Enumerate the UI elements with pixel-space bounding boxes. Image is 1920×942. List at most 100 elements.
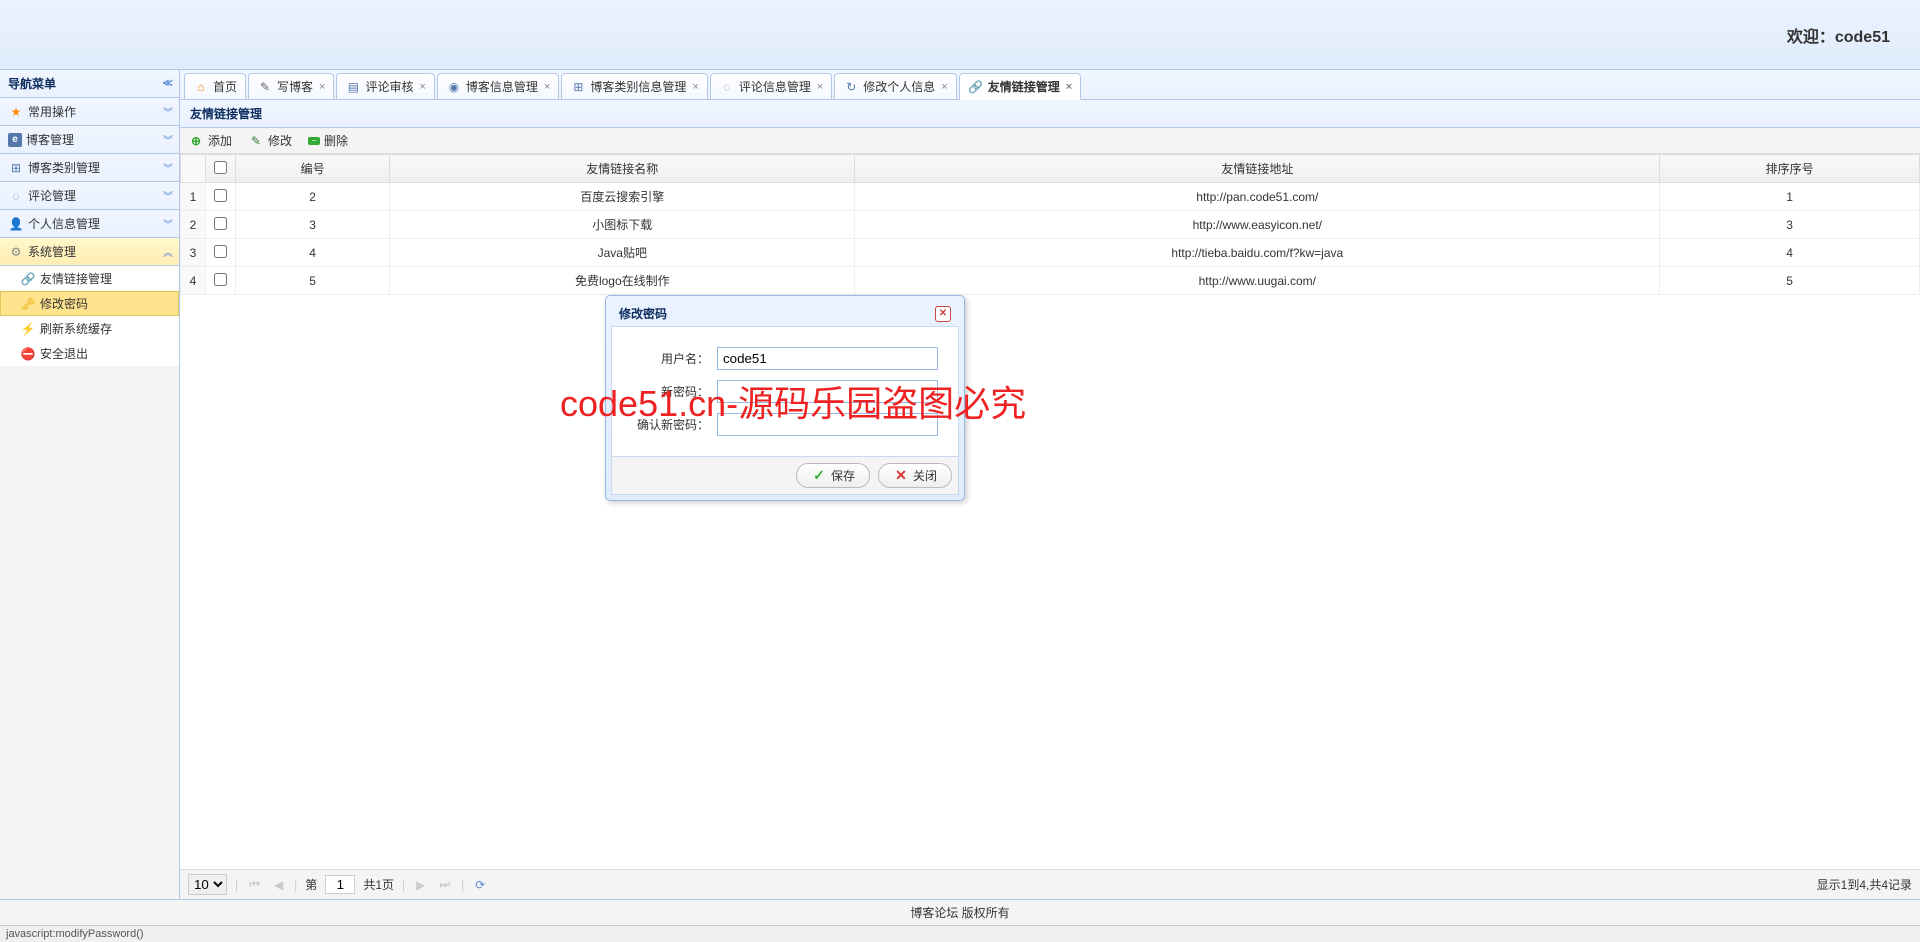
row-checkbox[interactable] xyxy=(214,217,227,230)
tab-close-icon[interactable]: × xyxy=(817,81,823,93)
tab-3[interactable]: ◉博客信息管理× xyxy=(437,73,559,99)
cell-url: http://www.uugai.com/ xyxy=(855,267,1660,295)
confirm-label: 确认新密码： xyxy=(632,416,717,433)
chevron-icon: ︾ xyxy=(163,160,171,175)
tab-close-icon[interactable]: × xyxy=(319,81,325,93)
x-icon: ✕ xyxy=(893,468,909,484)
header: 欢迎：code51 xyxy=(0,0,1920,70)
db-icon: ◉ xyxy=(446,79,462,95)
accordion-label: 评论管理 xyxy=(28,187,76,204)
cell-id: 5 xyxy=(236,267,390,295)
status-bar: javascript:modifyPassword() xyxy=(0,925,1920,942)
table-row[interactable]: 34Java贴吧http://tieba.baidu.com/f?kw=java… xyxy=(181,239,1920,267)
col-header-2[interactable]: 友情链接地址 xyxy=(855,155,1660,183)
dialog-title-bar[interactable]: 修改密码 ✕ xyxy=(611,301,959,326)
col-header-1[interactable]: 友情链接名称 xyxy=(390,155,855,183)
cell-url: http://pan.code51.com/ xyxy=(855,183,1660,211)
col-header-0[interactable]: 编号 xyxy=(236,155,390,183)
gear-icon: ⚙ xyxy=(8,244,24,260)
row-checkbox[interactable] xyxy=(214,189,227,202)
accordion-label: 博客类别管理 xyxy=(28,159,100,176)
panel-title: 友情链接管理 xyxy=(180,100,1920,128)
pager: 10 | ⏮ ◀ | 第 共1页 | ▶ ⏭ | ⟳ 显示1到4,共4记录 xyxy=(180,869,1920,899)
refresh-icon: ↻ xyxy=(843,79,859,95)
accordion-item-1[interactable]: e博客管理︾ xyxy=(0,126,179,154)
tab-close-icon[interactable]: × xyxy=(692,81,698,93)
tab-close-icon[interactable]: × xyxy=(544,81,550,93)
tree-item-2[interactable]: ⚡刷新系统缓存 xyxy=(0,316,179,341)
pencil-icon: ✎ xyxy=(248,133,264,149)
next-page-button[interactable]: ▶ xyxy=(413,878,428,892)
edit-button[interactable]: ✎修改 xyxy=(248,132,292,149)
accordion-item-4[interactable]: 👤个人信息管理︾ xyxy=(0,210,179,238)
tab-0[interactable]: ⌂首页 xyxy=(184,73,246,99)
delete-button[interactable]: −删除 xyxy=(308,132,348,149)
add-button[interactable]: ⊕添加 xyxy=(188,132,232,149)
tab-close-icon[interactable]: × xyxy=(419,81,425,93)
tab-7[interactable]: 🔗友情链接管理× xyxy=(959,73,1081,100)
prev-page-button[interactable]: ◀ xyxy=(271,878,286,892)
tree-label: 友情链接管理 xyxy=(40,270,112,287)
cell-sort: 3 xyxy=(1660,211,1920,239)
tab-1[interactable]: ✎写博客× xyxy=(248,73,334,99)
tab-label: 评论信息管理 xyxy=(739,78,811,95)
pager-info: 显示1到4,共4记录 xyxy=(1817,876,1912,893)
row-checkbox[interactable] xyxy=(214,273,227,286)
cell-sort: 1 xyxy=(1660,183,1920,211)
accordion-item-0[interactable]: ★常用操作︾ xyxy=(0,98,179,126)
tab-4[interactable]: ⊞博客类别信息管理× xyxy=(561,73,707,99)
page-input[interactable] xyxy=(325,875,355,894)
content-area: ⌂首页✎写博客×▤评论审核×◉博客信息管理×⊞博客类别信息管理×◌评论信息管理×… xyxy=(180,70,1920,899)
tree-icon: ⊞ xyxy=(570,79,586,95)
accordion-item-5[interactable]: ⚙系统管理︽ xyxy=(0,238,179,266)
bubble-icon: ◌ xyxy=(8,188,24,204)
tab-close-icon[interactable]: × xyxy=(941,81,947,93)
tree-item-0[interactable]: 🔗友情链接管理 xyxy=(0,266,179,291)
save-button[interactable]: ✓保存 xyxy=(796,463,870,488)
bubble-icon: ◌ xyxy=(719,79,735,95)
edit-icon: ✎ xyxy=(257,79,273,95)
close-button[interactable]: ✕关闭 xyxy=(878,463,952,488)
confirm-input[interactable] xyxy=(717,413,938,436)
cell-name: 小图标下载 xyxy=(390,211,855,239)
chevron-icon: ︾ xyxy=(163,216,171,231)
footer: 博客论坛 版权所有 xyxy=(0,899,1920,925)
accordion-item-3[interactable]: ◌评论管理︾ xyxy=(0,182,179,210)
sidebar: 导航菜单 ≪ ★常用操作︾e博客管理︾⊞博客类别管理︾◌评论管理︾👤个人信息管理… xyxy=(0,70,180,899)
newpwd-label: 新密码： xyxy=(632,383,717,400)
last-page-button[interactable]: ⏭ xyxy=(436,877,453,892)
tree-item-1[interactable]: 🗝修改密码 xyxy=(0,291,179,316)
collapse-icon[interactable]: ≪ xyxy=(163,78,171,89)
table-row[interactable]: 12百度云搜索引擎http://pan.code51.com/1 xyxy=(181,183,1920,211)
tab-label: 首页 xyxy=(213,78,237,95)
col-header-3[interactable]: 排序序号 xyxy=(1660,155,1920,183)
newpwd-input[interactable] xyxy=(717,380,938,403)
row-checkbox[interactable] xyxy=(214,245,227,258)
chevron-icon: ︽ xyxy=(163,244,171,259)
tab-2[interactable]: ▤评论审核× xyxy=(336,73,434,99)
tab-5[interactable]: ◌评论信息管理 × xyxy=(710,73,832,99)
bolt-icon: ⚡ xyxy=(20,321,36,337)
tree-label: 安全退出 xyxy=(40,345,88,362)
accordion-label: 博客管理 xyxy=(26,131,74,148)
first-page-button[interactable]: ⏮ xyxy=(246,877,263,892)
cell-sort: 4 xyxy=(1660,239,1920,267)
toolbar: ⊕添加 ✎修改 −删除 xyxy=(180,128,1920,154)
tab-6[interactable]: ↻修改个人信息× xyxy=(834,73,956,99)
checkall-checkbox[interactable] xyxy=(214,161,227,174)
accordion-item-2[interactable]: ⊞博客类别管理 ︾ xyxy=(0,154,179,182)
table-row[interactable]: 23小图标下载http://www.easyicon.net/3 xyxy=(181,211,1920,239)
stop-icon: ⛔ xyxy=(20,346,36,362)
check-icon: ✓ xyxy=(811,468,827,484)
tree-icon: ⊞ xyxy=(8,160,24,176)
page-size-select[interactable]: 10 xyxy=(188,874,227,895)
tab-label: 评论审核 xyxy=(365,78,413,95)
dialog-close-button[interactable]: ✕ xyxy=(935,306,951,322)
reload-button[interactable]: ⟳ xyxy=(472,878,488,892)
table-row[interactable]: 45免费logo在线制作http://www.uugai.com/5 xyxy=(181,267,1920,295)
nav-title: 导航菜单 ≪ xyxy=(0,70,179,98)
tree-item-3[interactable]: ⛔安全退出 xyxy=(0,341,179,366)
cell-id: 3 xyxy=(236,211,390,239)
tab-close-icon[interactable]: × xyxy=(1066,81,1072,93)
username-input[interactable] xyxy=(717,347,938,370)
